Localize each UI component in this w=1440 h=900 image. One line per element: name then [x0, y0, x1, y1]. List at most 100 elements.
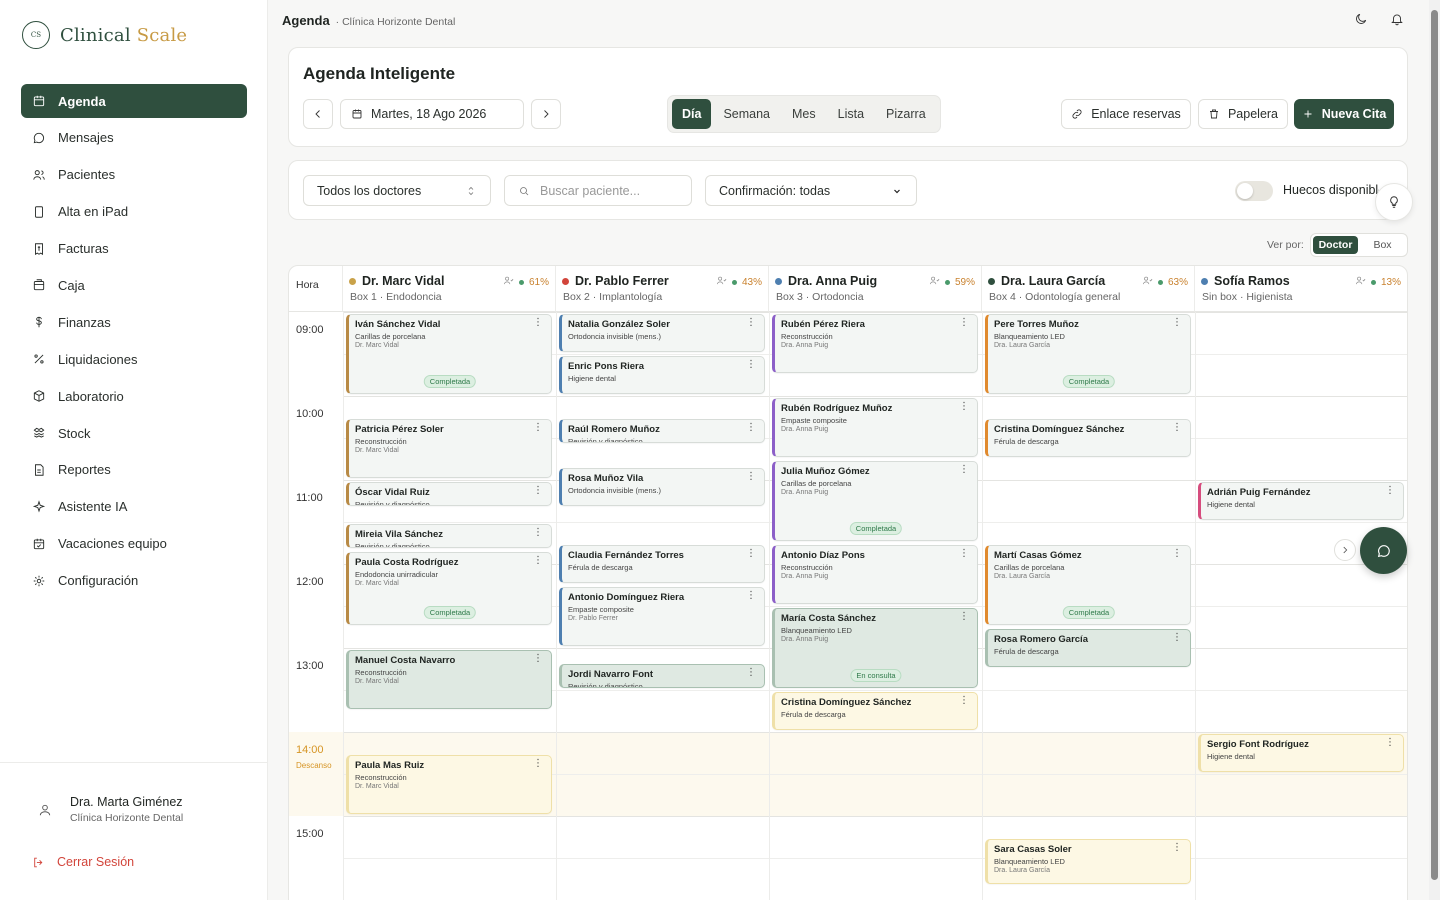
tab-dia[interactable]: Día	[672, 99, 712, 129]
scrollbar-thumb[interactable]	[1431, 10, 1438, 880]
tab-lista[interactable]: Lista	[828, 99, 874, 129]
sidebar-item-agenda[interactable]: Agenda	[21, 84, 247, 118]
appointment-card[interactable]: Patricia Pérez Soler Reconstrucción Dr. Ma…	[346, 419, 552, 478]
moon-icon[interactable]	[1354, 12, 1368, 26]
more-options-icon[interactable]: ⋮	[533, 486, 543, 496]
sidebar-item-liquidaciones[interactable]: Liquidaciones	[21, 342, 247, 376]
appointment-card[interactable]: Paula Mas Ruiz Reconstrucción Dr. Marc Vid…	[346, 755, 552, 814]
more-options-icon[interactable]: ⋮	[1172, 633, 1182, 643]
sidebar-item-finanzas[interactable]: Finanzas	[21, 305, 247, 339]
confirmation-filter-select[interactable]: Confirmación: todas	[705, 175, 917, 206]
appointment-card[interactable]: María Costa Sánchez Blanqueamiento LED Dra…	[772, 608, 978, 688]
sidebar-item-pacientes[interactable]: Pacientes	[21, 158, 247, 192]
sidebar-item-reportes[interactable]: Reportes	[21, 453, 247, 487]
appointment-card[interactable]: Rubén Rodríguez Muñoz Empaste composite Dr…	[772, 398, 978, 457]
sidebar-item-configuracion[interactable]: Configuración	[21, 564, 247, 598]
sidebar-item-asistente-ia[interactable]: Asistente IA	[21, 490, 247, 524]
appointment-card[interactable]: Natalia González Soler Ortodoncia invisib…	[559, 314, 765, 352]
appointment-card[interactable]: Antonio Domínguez Riera Empaste composite…	[559, 587, 765, 646]
appointment-card[interactable]: Sara Casas Soler Blanqueamiento LED Dra. L…	[985, 839, 1191, 884]
appointment-card[interactable]: Iván Sánchez Vidal Carillas de porcelana D…	[346, 314, 552, 394]
sidebar-item-laboratorio[interactable]: Laboratorio	[21, 379, 247, 413]
appointment-card[interactable]: Óscar Vidal Ruiz Revisión y diagnóstico ⋮	[346, 482, 552, 506]
more-options-icon[interactable]: ⋮	[959, 612, 969, 622]
sidebar-item-caja[interactable]: Caja	[21, 268, 247, 302]
appointment-card[interactable]: Martí Casas Gómez Carillas de porcelana Dr…	[985, 545, 1191, 625]
sidebar-item-facturas[interactable]: Facturas	[21, 232, 247, 266]
more-options-icon[interactable]: ⋮	[533, 423, 543, 433]
appointment-card[interactable]: Antonio Díaz Pons Reconstrucción Dra. Anna…	[772, 545, 978, 604]
date-picker[interactable]: Martes, 18 Ago 2026	[340, 99, 524, 129]
appointment-card[interactable]: Cristina Domínguez Sánchez Férula de desc…	[985, 419, 1191, 457]
more-options-icon[interactable]: ⋮	[746, 591, 756, 601]
more-options-icon[interactable]: ⋮	[746, 549, 756, 559]
next-day-button[interactable]	[531, 99, 561, 129]
available-slots-toggle[interactable]	[1235, 181, 1273, 201]
more-options-icon[interactable]: ⋮	[959, 549, 969, 559]
prev-day-button[interactable]	[303, 99, 333, 129]
doctor-column-header[interactable]: Sofía Ramos Sin box · Higienista 13%	[1195, 266, 1407, 312]
more-options-icon[interactable]: ⋮	[746, 360, 756, 370]
sidebar-item-stock[interactable]: Stock	[21, 416, 247, 450]
new-appointment-button[interactable]: Nueva Cita	[1294, 99, 1394, 129]
more-options-icon[interactable]: ⋮	[533, 318, 543, 328]
trash-button[interactable]: Papelera	[1198, 99, 1288, 129]
doctor-column-header[interactable]: Dr. Pablo Ferrer Box 2 · Implantología 43%	[556, 266, 769, 312]
more-options-icon[interactable]: ⋮	[533, 556, 543, 566]
bell-icon[interactable]	[1390, 12, 1404, 26]
appointment-card[interactable]: Claudia Fernández Torres Férula de descar…	[559, 545, 765, 583]
sidebar-item-vacaciones-equipo[interactable]: Vacaciones equipo	[21, 527, 247, 561]
more-options-icon[interactable]: ⋮	[533, 654, 543, 664]
more-options-icon[interactable]: ⋮	[746, 668, 756, 678]
more-options-icon[interactable]: ⋮	[746, 472, 756, 482]
appointment-card[interactable]: Manuel Costa Navarro Reconstrucción Dr. Ma…	[346, 650, 552, 709]
more-options-icon[interactable]: ⋮	[959, 402, 969, 412]
page-scrollbar[interactable]	[1429, 0, 1440, 900]
more-options-icon[interactable]: ⋮	[533, 528, 543, 538]
more-options-icon[interactable]: ⋮	[1385, 738, 1395, 748]
app-logo[interactable]: CS Clinical Scale	[22, 21, 187, 49]
doctor-filter-select[interactable]: Todos los doctores	[303, 175, 491, 206]
tips-button[interactable]	[1375, 183, 1413, 221]
more-options-icon[interactable]: ⋮	[1172, 549, 1182, 559]
sidebar-item-mensajes[interactable]: Mensajes	[21, 121, 247, 155]
appointment-card[interactable]: Pere Torres Muñoz Blanqueamiento LED Dra. …	[985, 314, 1191, 394]
more-options-icon[interactable]: ⋮	[959, 465, 969, 475]
appointment-card[interactable]: Jordi Navarro Font Revisión y diagnóstico…	[559, 664, 765, 688]
tab-semana[interactable]: Semana	[713, 99, 780, 129]
appointment-card[interactable]: Enric Pons Riera Higiene dental ⋮	[559, 356, 765, 394]
doctor-column-header[interactable]: Dra. Laura García Box 4 · Odontología gen…	[982, 266, 1195, 312]
more-options-icon[interactable]: ⋮	[533, 759, 543, 769]
tab-pizarra[interactable]: Pizarra	[876, 99, 936, 129]
more-options-icon[interactable]: ⋮	[1172, 423, 1182, 433]
appointment-card[interactable]: Rosa Romero García Férula de descarga ⋮	[985, 629, 1191, 667]
more-options-icon[interactable]: ⋮	[959, 318, 969, 328]
more-options-icon[interactable]: ⋮	[1172, 843, 1182, 853]
sidebar-item-alta-en-ipad[interactable]: Alta en iPad	[21, 195, 247, 229]
patient-search-input[interactable]: Buscar paciente...	[504, 175, 692, 206]
scroll-right-button[interactable]	[1334, 539, 1356, 561]
appointment-card[interactable]: Paula Costa Rodríguez Endodoncia unirradi…	[346, 552, 552, 625]
doctor-column-header[interactable]: Dra. Anna Puig Box 3 · Ortodoncia 59%	[769, 266, 982, 312]
logout-button[interactable]: Cerrar Sesión	[32, 855, 134, 869]
viewby-option-doctor[interactable]: Doctor	[1313, 236, 1358, 254]
doctor-column-header[interactable]: Dr. Marc Vidal Box 1 · Endodoncia 61%	[343, 266, 556, 312]
more-options-icon[interactable]: ⋮	[1385, 486, 1395, 496]
appointment-card[interactable]: Adrián Puig Fernández Higiene dental ⋮	[1198, 482, 1404, 520]
more-options-icon[interactable]: ⋮	[746, 423, 756, 433]
booking-link-button[interactable]: Enlace reservas	[1061, 99, 1191, 129]
appointment-card[interactable]: Cristina Domínguez Sánchez Férula de desc…	[772, 692, 978, 730]
appointment-card[interactable]: Raúl Romero Muñoz Revisión y diagnóstico ⋮	[559, 419, 765, 443]
more-options-icon[interactable]: ⋮	[1172, 318, 1182, 328]
viewby-option-box[interactable]: Box	[1360, 236, 1405, 254]
appointment-card[interactable]: Rubén Pérez Riera Reconstrucción Dra. Anna…	[772, 314, 978, 373]
appointment-card[interactable]: Mireia Vila Sánchez Revisión y diagnóstic…	[346, 524, 552, 548]
more-options-icon[interactable]: ⋮	[959, 696, 969, 706]
chat-assistant-button[interactable]	[1360, 527, 1407, 574]
appointment-card[interactable]: Sergio Font Rodríguez Higiene dental ⋮	[1198, 734, 1404, 772]
appointment-card[interactable]: Rosa Muñoz Vila Ortodoncia invisible (men…	[559, 468, 765, 506]
user-profile[interactable]: Dra. Marta Giménez Clínica Horizonte Den…	[38, 795, 183, 824]
more-options-icon[interactable]: ⋮	[746, 318, 756, 328]
appointment-card[interactable]: Julia Muñoz Gómez Carillas de porcelana Dr…	[772, 461, 978, 541]
tab-mes[interactable]: Mes	[782, 99, 826, 129]
